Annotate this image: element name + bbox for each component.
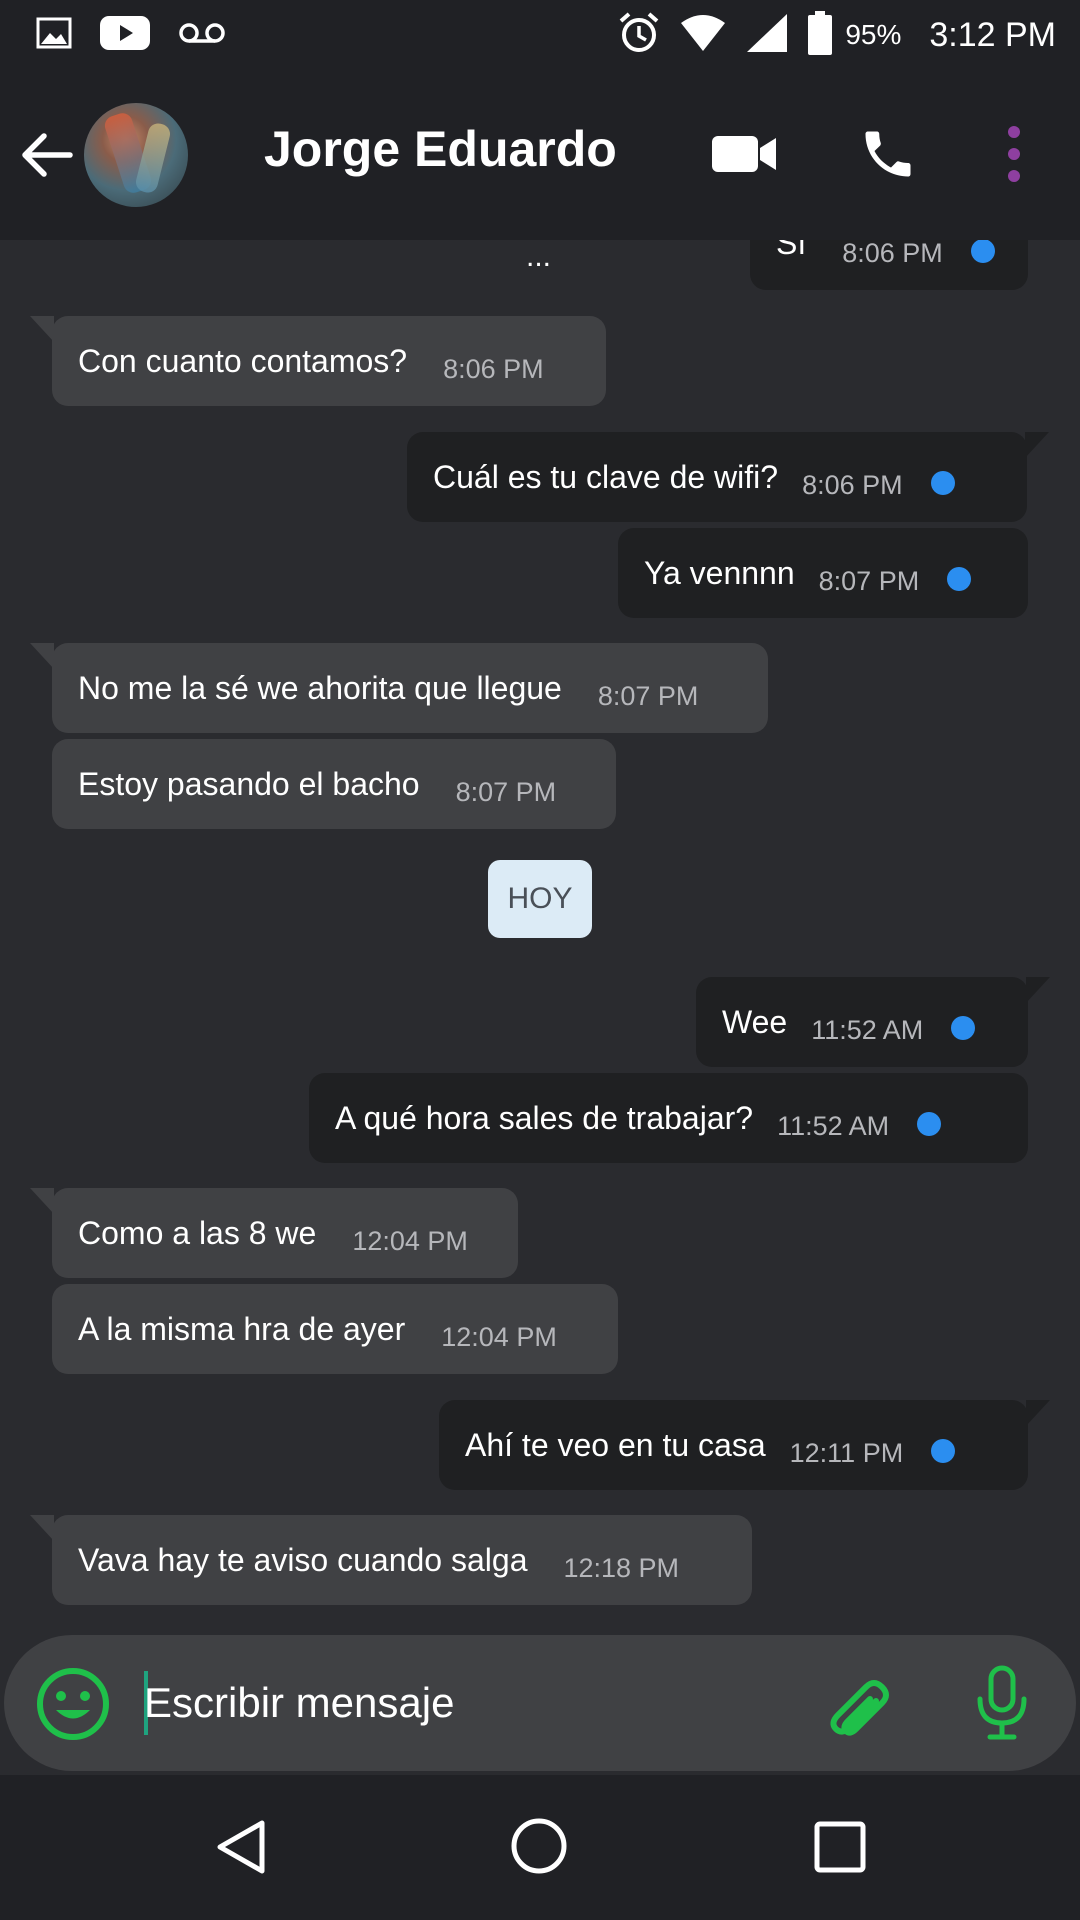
attach-button[interactable] xyxy=(822,1669,892,1744)
nav-home-icon xyxy=(511,1818,567,1874)
read-indicator-icon xyxy=(970,240,995,263)
message-bubble-outgoing[interactable]: Ya vennnn 8:07 PM xyxy=(618,528,1028,618)
message-time: 11:52 AM xyxy=(811,1014,924,1045)
bubble-tail xyxy=(30,1515,54,1541)
message-bubble-incoming[interactable]: No me la sé we ahorita que llegue 8:07 P… xyxy=(30,643,768,733)
message-bubble-outgoing[interactable]: Cuál es tu clave de wifi? 8:06 PM xyxy=(407,432,1049,522)
message-bubble-incoming[interactable]: Como a las 8 we 12:04 PM xyxy=(30,1188,518,1278)
message-text: Como a las 8 we xyxy=(78,1214,317,1251)
emoji-button[interactable] xyxy=(36,1667,110,1746)
voicemail-icon xyxy=(178,21,226,50)
nav-back-button[interactable] xyxy=(212,1817,268,1882)
message-time: 8:07 PM xyxy=(455,776,557,807)
message-text: Sí xyxy=(776,240,807,261)
read-indicator-icon xyxy=(951,1016,976,1040)
message-text: A qué hora sales de trabajar? xyxy=(335,1099,754,1136)
message-bubble-outgoing[interactable]: Ahí te veo en tu casa 12:11 PM xyxy=(439,1400,1050,1490)
nav-recent-icon xyxy=(814,1821,866,1873)
attach-icon xyxy=(830,1680,889,1736)
message-bubble-incoming[interactable]: A la misma hra de ayer 12:04 PM xyxy=(52,1284,618,1374)
message-input[interactable] xyxy=(144,1665,784,1741)
system-nav-bar xyxy=(0,1775,1080,1920)
status-time: 3:12 PM xyxy=(929,15,1056,54)
bubble-tail xyxy=(30,1188,54,1214)
message-list[interactable]: Sí 8:06 PM ... Con cuanto contamos? 8:06… xyxy=(0,240,1080,1635)
bubble-tail xyxy=(1025,432,1049,458)
more-vertical-icon xyxy=(1008,126,1020,182)
message-text: Vava hay te aviso cuando salga xyxy=(78,1541,528,1578)
message-text: Con cuanto contamos? xyxy=(78,342,408,379)
phone-icon xyxy=(865,131,911,177)
avatar[interactable] xyxy=(84,103,188,207)
emoji-icon xyxy=(37,1668,109,1740)
bubble-tail xyxy=(30,643,54,669)
message-bubble-incoming[interactable]: Estoy pasando el bacho 8:07 PM xyxy=(52,739,616,829)
message-time: 8:07 PM xyxy=(818,565,920,596)
message-text: Cuál es tu clave de wifi? xyxy=(433,458,779,495)
message-time: 8:06 PM xyxy=(802,469,903,500)
message-text: A la misma hra de ayer xyxy=(78,1310,406,1347)
message-time: 8:06 PM xyxy=(443,353,544,384)
read-indicator-icon xyxy=(930,471,955,495)
message-bubble-incoming[interactable]: Con cuanto contamos? 8:06 PM xyxy=(30,316,606,406)
image-icon xyxy=(36,17,72,54)
battery-percent: 95% xyxy=(845,19,902,50)
status-right: 95% 3:12 PM xyxy=(617,10,1056,60)
bubble-tail xyxy=(1026,977,1050,1003)
message-text: Ya vennnn xyxy=(644,554,795,591)
message-text: Ahí te veo en tu casa xyxy=(465,1426,766,1463)
alarm-icon xyxy=(617,11,661,60)
read-indicator-icon xyxy=(947,567,972,591)
video-call-button[interactable] xyxy=(712,132,778,181)
message-time: 11:52 AM xyxy=(777,1110,890,1141)
message-time: 8:06 PM xyxy=(842,240,943,268)
message-bubble-outgoing[interactable]: Sí 8:06 PM xyxy=(750,240,1028,290)
more-options-button[interactable] xyxy=(1000,124,1028,189)
contact-name[interactable]: Jorge Eduardo xyxy=(264,120,617,178)
message-bubble-outgoing[interactable]: Wee 11:52 AM xyxy=(696,977,1050,1067)
message-text: No me la sé we ahorita que llegue xyxy=(78,669,562,706)
voice-record-button[interactable] xyxy=(972,1665,1032,1746)
read-indicator-icon xyxy=(917,1112,942,1136)
message-bubble-outgoing[interactable]: A qué hora sales de trabajar? 11:52 AM xyxy=(309,1073,1028,1163)
message-bubble-incoming[interactable]: Vava hay te aviso cuando salga 12:18 PM xyxy=(30,1515,752,1605)
mic-icon xyxy=(977,1665,1027,1740)
day-separator: HOY xyxy=(488,860,592,938)
signal-icon xyxy=(745,12,789,59)
message-time: 8:07 PM xyxy=(597,680,699,711)
back-arrow-icon xyxy=(22,133,73,177)
wifi-icon xyxy=(679,13,727,58)
status-left xyxy=(36,15,226,55)
bubble-tail xyxy=(30,316,54,342)
typing-indicator: ... xyxy=(526,240,552,273)
voice-call-button[interactable] xyxy=(858,124,918,189)
chat-header: Jorge Eduardo xyxy=(0,70,1080,240)
message-time: 12:04 PM xyxy=(352,1225,468,1256)
bubble-tail xyxy=(1026,1400,1050,1426)
message-composer xyxy=(4,1635,1076,1771)
nav-back-icon xyxy=(217,1820,265,1874)
back-button[interactable] xyxy=(20,128,74,182)
read-indicator-icon xyxy=(931,1439,956,1463)
video-call-icon xyxy=(712,136,776,172)
nav-home-button[interactable] xyxy=(508,1815,570,1882)
message-time: 12:18 PM xyxy=(563,1552,680,1583)
youtube-icon xyxy=(100,15,150,55)
status-bar: 95% 3:12 PM xyxy=(0,0,1080,70)
message-text: Wee xyxy=(722,1003,788,1040)
message-time: 12:11 PM xyxy=(789,1437,904,1468)
message-time: 12:04 PM xyxy=(441,1321,557,1352)
battery-icon xyxy=(807,10,833,60)
nav-recent-button[interactable] xyxy=(812,1819,868,1880)
message-text: Estoy pasando el bacho xyxy=(78,765,420,802)
